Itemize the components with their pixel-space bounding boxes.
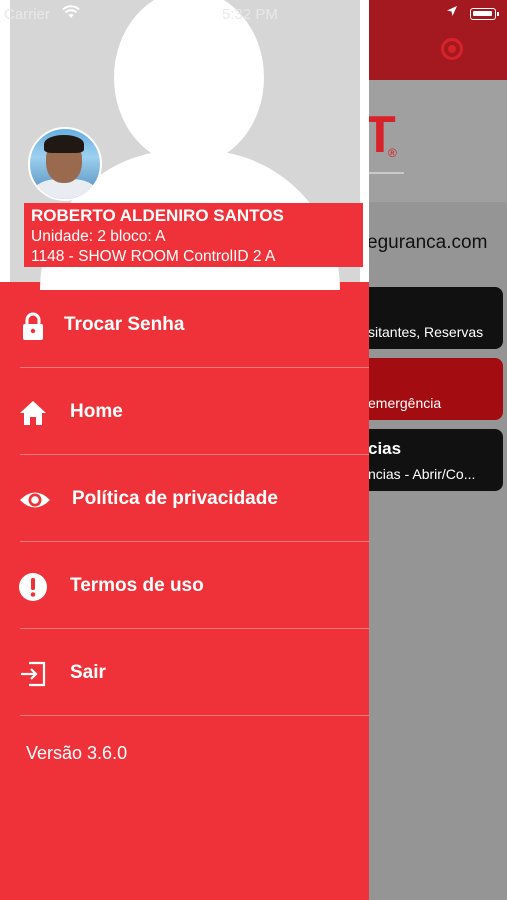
divider	[20, 367, 369, 368]
location-pin-icon[interactable]	[441, 38, 463, 60]
user-name: ROBERTO ALDENIRO SANTOS	[31, 206, 284, 225]
location-arrow-icon	[446, 4, 458, 20]
divider	[20, 454, 369, 455]
menu-item-label: Política de privacidade	[72, 488, 278, 509]
app-version: Versão 3.6.0	[26, 743, 128, 763]
avatar[interactable]	[28, 127, 102, 201]
exclamation-icon	[18, 572, 48, 602]
background-card-subtitle: emergência	[368, 395, 442, 411]
clock: 5:32 PM	[222, 6, 278, 23]
divider	[20, 715, 369, 716]
background-card-title: cias	[368, 439, 402, 458]
lock-icon	[18, 311, 48, 341]
menu-item-label: Trocar Senha	[64, 314, 185, 335]
menu-item-termos-uso[interactable]: Termos de uso	[0, 543, 369, 629]
menu-item-sair[interactable]: Sair	[0, 630, 369, 716]
wifi-icon	[62, 5, 80, 22]
battery-icon	[470, 8, 499, 20]
user-unit: Unidade: 2 bloco: A	[31, 228, 166, 245]
background-card-subtitle: ncias - Abrir/Co...	[368, 466, 476, 482]
background-card-subtitle: sitantes, Reservas	[368, 324, 484, 340]
menu-item-label: Termos de uso	[70, 575, 204, 596]
menu-item-label: Home	[70, 401, 123, 422]
logout-icon	[18, 659, 48, 689]
registered-mark: ®	[388, 146, 397, 160]
user-info-box: ROBERTO ALDENIRO SANTOS Unidade: 2 bloco…	[24, 203, 363, 267]
profile-header: ROBERTO ALDENIRO SANTOS Unidade: 2 bloco…	[0, 0, 369, 290]
menu-item-home[interactable]: Home	[0, 369, 369, 455]
menu-item-trocar-senha[interactable]: Trocar Senha	[0, 282, 369, 368]
status-bar: Carrier 5:32 PM	[0, 0, 507, 28]
navigation-drawer: ROBERTO ALDENIRO SANTOS Unidade: 2 bloco…	[0, 0, 369, 900]
menu-item-label: Sair	[70, 662, 106, 683]
background-email: eguranca.com	[367, 232, 488, 253]
carrier-label: Carrier	[4, 6, 50, 23]
divider	[20, 541, 369, 542]
divider	[20, 628, 369, 629]
eye-icon	[18, 485, 52, 515]
user-place: 1148 - SHOW ROOM ControlID 2 A	[31, 248, 276, 265]
home-icon	[18, 398, 48, 428]
menu-item-politica-privacidade[interactable]: Política de privacidade	[0, 456, 369, 542]
background-logo-underline	[364, 172, 404, 174]
